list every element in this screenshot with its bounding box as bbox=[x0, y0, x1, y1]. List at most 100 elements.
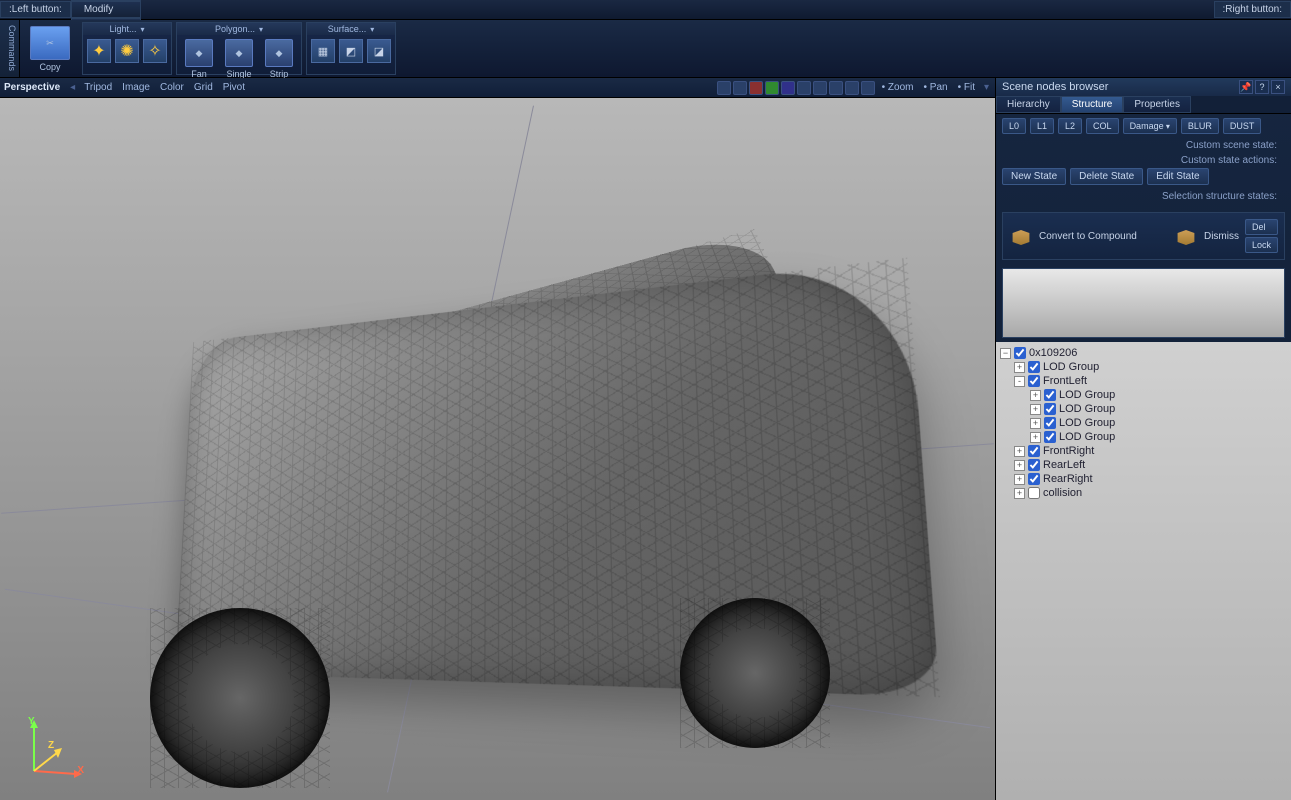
scene-tree[interactable]: − 0x109206 +LOD Group-FrontLeft+LOD Grou… bbox=[996, 342, 1291, 800]
front-wheel bbox=[150, 608, 330, 788]
node-checkbox[interactable] bbox=[1014, 347, 1026, 359]
node-checkbox[interactable] bbox=[1028, 445, 1040, 457]
panel-tab-properties[interactable]: Properties bbox=[1123, 96, 1191, 113]
new-state-button[interactable]: New State bbox=[1002, 168, 1066, 185]
viewport-column: Perspective ◂ TripodImageColorGridPivot … bbox=[0, 78, 995, 800]
lock-button[interactable]: Lock bbox=[1245, 237, 1278, 253]
viewport-menu-tripod[interactable]: Tripod bbox=[79, 82, 117, 93]
expand-icon[interactable]: + bbox=[1014, 474, 1025, 485]
node-checkbox[interactable] bbox=[1028, 473, 1040, 485]
light-tool-2-icon[interactable]: ✺ bbox=[115, 39, 139, 63]
viewport-tool-icon[interactable] bbox=[733, 81, 747, 95]
node-checkbox[interactable] bbox=[1028, 375, 1040, 387]
polygon-fan-button[interactable]: ◆Fan bbox=[179, 37, 219, 81]
node-label: LOD Group bbox=[1059, 389, 1115, 401]
state-damage-button[interactable]: Damage bbox=[1123, 118, 1177, 134]
tree-root-node[interactable]: − 0x109206 bbox=[998, 346, 1289, 360]
light-tool-1-icon[interactable]: ✦ bbox=[87, 39, 111, 63]
viewport-menu-grid[interactable]: Grid bbox=[189, 82, 218, 93]
expand-icon[interactable]: + bbox=[1014, 460, 1025, 471]
help-icon[interactable]: ? bbox=[1255, 80, 1269, 94]
node-checkbox[interactable] bbox=[1044, 431, 1056, 443]
light-group-header[interactable]: Light... bbox=[83, 23, 171, 35]
node-checkbox[interactable] bbox=[1028, 487, 1040, 499]
viewport-pan-button[interactable]: • Pan bbox=[919, 82, 953, 93]
3d-viewport[interactable]: Y X Z bbox=[0, 98, 995, 800]
expand-icon[interactable]: + bbox=[1030, 418, 1041, 429]
viewport-tool-icon[interactable] bbox=[781, 81, 795, 95]
viewport-title[interactable]: Perspective bbox=[4, 82, 66, 93]
custom-actions-label: Custom state actions: bbox=[1002, 153, 1285, 168]
node-checkbox[interactable] bbox=[1044, 417, 1056, 429]
viewport-tool-icon[interactable] bbox=[813, 81, 827, 95]
tree-node[interactable]: +collision bbox=[998, 486, 1289, 500]
left-button[interactable]: :Left button: bbox=[0, 1, 71, 18]
pin-icon[interactable]: 📌 bbox=[1239, 80, 1253, 94]
viewport-menu-pivot[interactable]: Pivot bbox=[218, 82, 250, 93]
tree-node[interactable]: +RearLeft bbox=[998, 458, 1289, 472]
car-model[interactable] bbox=[90, 238, 920, 778]
custom-state-label: Custom scene state: bbox=[1002, 138, 1285, 153]
node-checkbox[interactable] bbox=[1044, 403, 1056, 415]
tree-node[interactable]: +LOD Group bbox=[998, 430, 1289, 444]
state-l2-button[interactable]: L2 bbox=[1058, 118, 1082, 134]
viewport-tool-icon[interactable] bbox=[749, 81, 763, 95]
light-tool-3-icon[interactable]: ✧ bbox=[143, 39, 167, 63]
commands-sidebar-toggle[interactable]: Commands bbox=[0, 20, 20, 77]
delete-state-button[interactable]: Delete State bbox=[1070, 168, 1143, 185]
preview-box bbox=[1002, 268, 1285, 338]
node-checkbox[interactable] bbox=[1044, 389, 1056, 401]
viewport-tool-icon[interactable] bbox=[765, 81, 779, 95]
dismiss-button[interactable]: Dismiss bbox=[1174, 226, 1239, 246]
viewport-menu-image[interactable]: Image bbox=[117, 82, 155, 93]
expand-icon[interactable]: + bbox=[1030, 404, 1041, 415]
expand-icon[interactable]: + bbox=[1014, 488, 1025, 499]
polygon-single-button[interactable]: ◆Single bbox=[219, 37, 259, 81]
expand-icon[interactable]: + bbox=[1014, 362, 1025, 373]
convert-compound-button[interactable]: Convert to Compound bbox=[1009, 226, 1168, 246]
surface-group-header[interactable]: Surface... bbox=[307, 23, 395, 35]
viewport-tool-icon[interactable] bbox=[797, 81, 811, 95]
polygon-group-header[interactable]: Polygon... bbox=[177, 23, 301, 35]
expand-icon[interactable]: + bbox=[1030, 432, 1041, 443]
right-button[interactable]: :Right button: bbox=[1214, 1, 1291, 18]
tree-node[interactable]: +FrontRight bbox=[998, 444, 1289, 458]
tree-node[interactable]: +LOD Group bbox=[998, 402, 1289, 416]
panel-tab-structure[interactable]: Structure bbox=[1061, 96, 1124, 113]
viewport-menu-color[interactable]: Color bbox=[155, 82, 189, 93]
expand-icon[interactable]: − bbox=[1000, 348, 1011, 359]
tree-node[interactable]: +LOD Group bbox=[998, 416, 1289, 430]
state-l1-button[interactable]: L1 bbox=[1030, 118, 1054, 134]
state-blur-button[interactable]: BLUR bbox=[1181, 118, 1219, 134]
surface-tool-2-icon[interactable]: ◩ bbox=[339, 39, 363, 63]
viewport-tool-icon[interactable] bbox=[717, 81, 731, 95]
node-checkbox[interactable] bbox=[1028, 361, 1040, 373]
state-dust-button[interactable]: DUST bbox=[1223, 118, 1262, 134]
scene-nodes-panel: Scene nodes browser 📌 ? × HierarchyStruc… bbox=[995, 78, 1291, 800]
axis-gizmo[interactable]: Y X Z bbox=[14, 716, 84, 786]
surface-tool-3-icon[interactable]: ◪ bbox=[367, 39, 391, 63]
menu-tab-modify[interactable]: Modify bbox=[71, 1, 141, 18]
tree-node[interactable]: + LOD Group bbox=[998, 388, 1289, 402]
polygon-strip-button[interactable]: ◆Strip bbox=[259, 37, 299, 81]
close-icon[interactable]: × bbox=[1271, 80, 1285, 94]
viewport-zoom-button[interactable]: • Zoom bbox=[877, 82, 919, 93]
tree-node[interactable]: -FrontLeft bbox=[998, 374, 1289, 388]
edit-state-button[interactable]: Edit State bbox=[1147, 168, 1208, 185]
viewport-tool-icon[interactable] bbox=[845, 81, 859, 95]
expand-icon[interactable]: - bbox=[1014, 376, 1025, 387]
panel-tab-hierarchy[interactable]: Hierarchy bbox=[996, 96, 1061, 113]
copy-button[interactable]: ✂ Copy bbox=[24, 24, 76, 74]
del-button[interactable]: Del bbox=[1245, 219, 1278, 235]
surface-tool-1-icon[interactable]: ▦ bbox=[311, 39, 335, 63]
state-l0-button[interactable]: L0 bbox=[1002, 118, 1026, 134]
tree-node[interactable]: +RearRight bbox=[998, 472, 1289, 486]
viewport-tool-icon[interactable] bbox=[829, 81, 843, 95]
viewport-tool-icon[interactable] bbox=[861, 81, 875, 95]
node-checkbox[interactable] bbox=[1028, 459, 1040, 471]
viewport-fit-button[interactable]: • Fit bbox=[953, 82, 980, 93]
tree-node[interactable]: +LOD Group bbox=[998, 360, 1289, 374]
expand-icon[interactable]: + bbox=[1030, 390, 1041, 401]
state-col-button[interactable]: COL bbox=[1086, 118, 1119, 134]
expand-icon[interactable]: + bbox=[1014, 446, 1025, 457]
